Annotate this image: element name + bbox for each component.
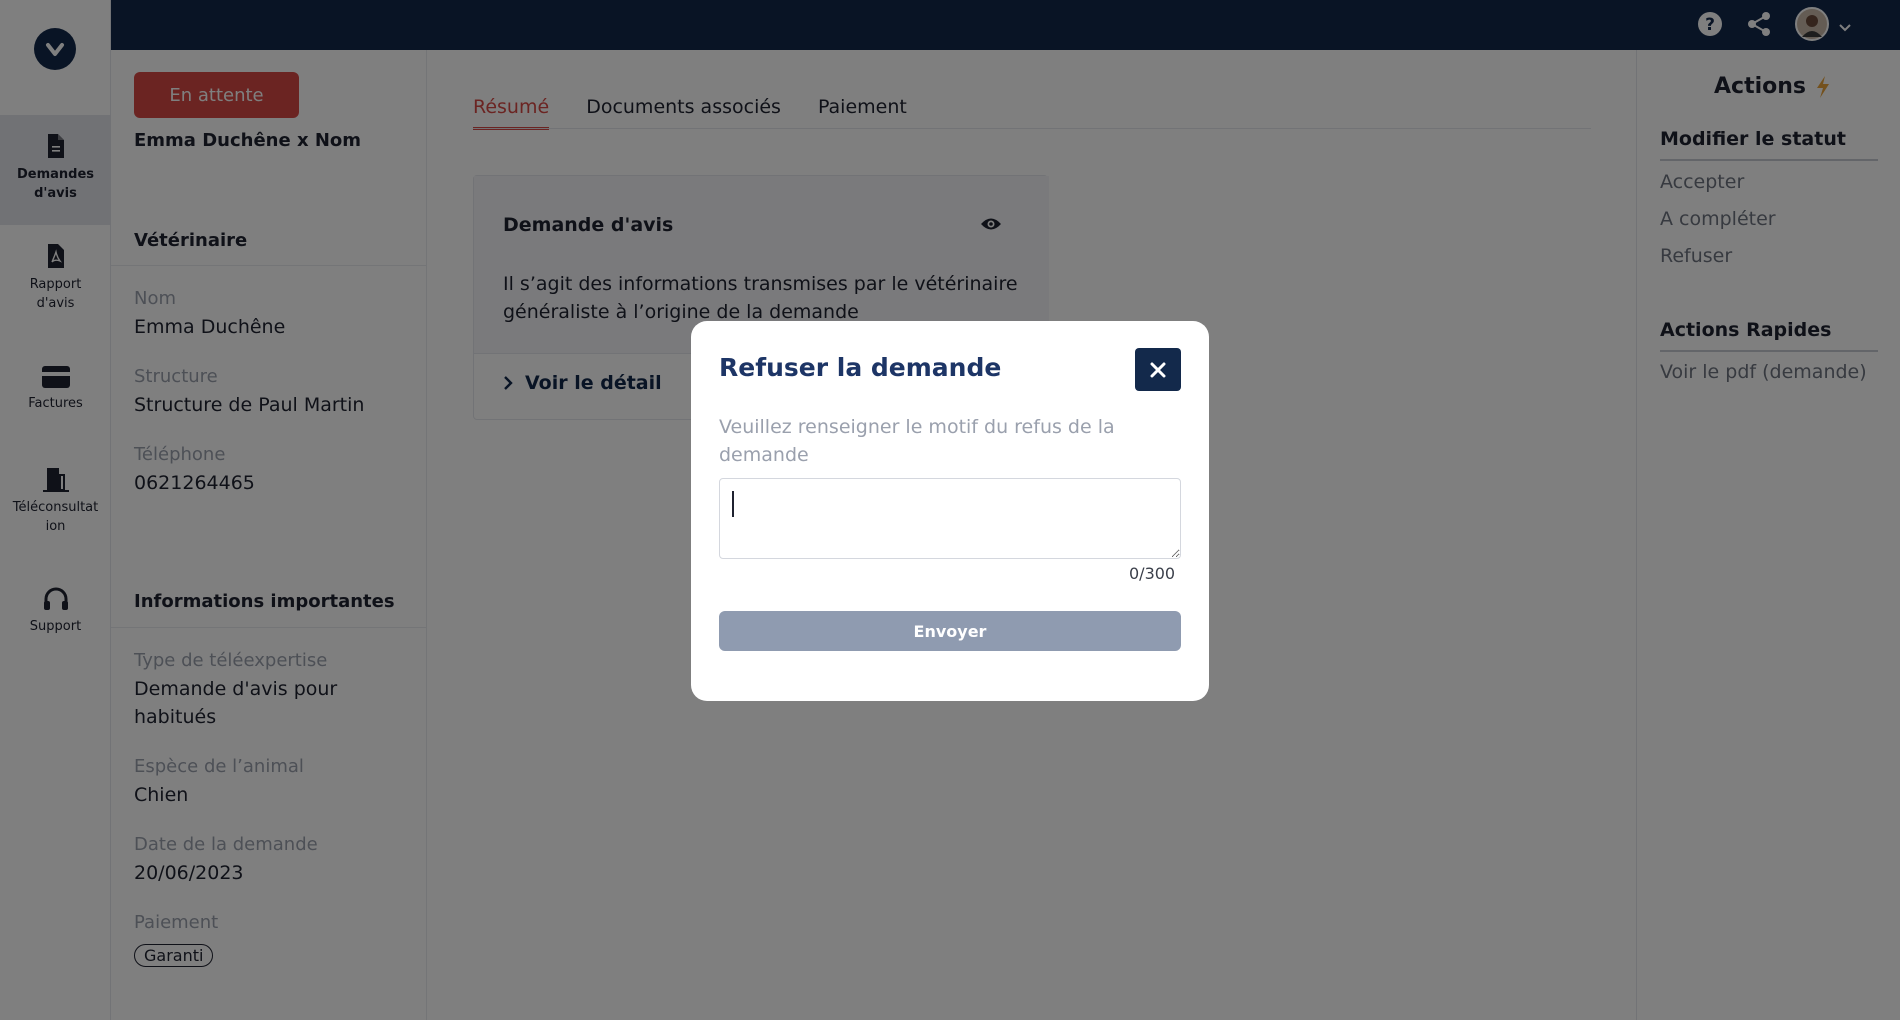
close-icon xyxy=(1150,362,1166,377)
modal-title: Refuser la demande xyxy=(719,353,1002,382)
modal-description: Veuillez renseigner le motif du refus de… xyxy=(719,416,1115,466)
text-caret xyxy=(732,491,734,517)
refusal-reason-input[interactable] xyxy=(719,478,1181,559)
send-button[interactable]: Envoyer xyxy=(719,611,1181,651)
refuse-modal: Refuser la demande Veuillez renseigner l… xyxy=(691,321,1209,701)
close-button[interactable] xyxy=(1135,348,1181,391)
character-counter: 0/300 xyxy=(1129,564,1176,583)
